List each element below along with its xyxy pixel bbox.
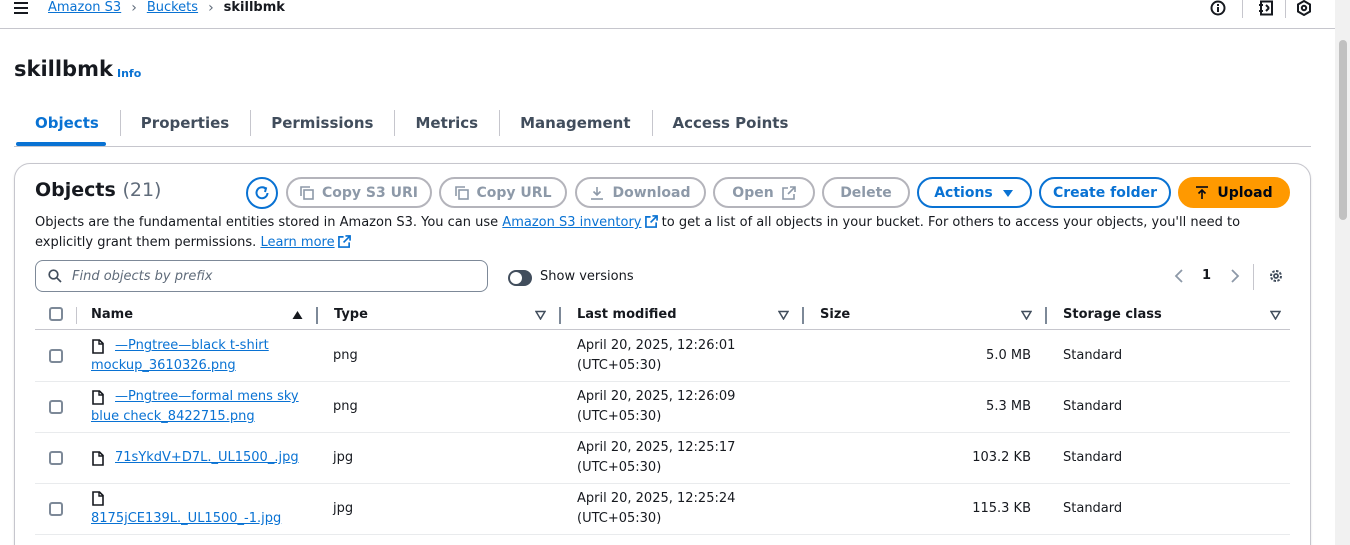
show-versions-label: Show versions: [540, 269, 634, 284]
delete-button[interactable]: Delete: [822, 177, 910, 208]
object-last-modified: April 20, 2025, 12:25:24 (UTC+05:30): [577, 491, 736, 526]
objects-description: Objects are the fundamental entities sto…: [35, 215, 1241, 250]
object-name-link[interactable]: —Pngtree—black t-shirt mockup_3610326.pn…: [91, 336, 269, 376]
copy-icon: [454, 185, 469, 200]
actions-dropdown-button[interactable]: Actions: [917, 177, 1032, 208]
upload-icon: [1196, 185, 1209, 199]
page-scrollbar[interactable]: [1335, 0, 1350, 545]
create-folder-button[interactable]: Create folder: [1039, 177, 1171, 208]
objects-count: (21): [122, 179, 162, 201]
caret-down-icon: [1002, 189, 1013, 197]
tab-objects[interactable]: Objects: [14, 108, 120, 146]
hexagon-settings-icon[interactable]: [1296, 0, 1312, 16]
notifications-panel-icon[interactable]: [1258, 0, 1274, 16]
object-last-modified: April 20, 2025, 12:25:17 (UTC+05:30): [577, 440, 736, 475]
breadcrumb-amazon-s3[interactable]: Amazon S3: [48, 0, 121, 16]
object-type: png: [333, 399, 358, 414]
table-row[interactable]: 8175jCE139L._UL1500_-1.jpg jpg April 20,…: [35, 484, 1290, 535]
objects-heading: Objects (21): [35, 179, 161, 201]
tab-access-points[interactable]: Access Points: [651, 108, 810, 138]
sort-ascending-icon[interactable]: [292, 310, 303, 320]
chevron-right-icon[interactable]: [1229, 268, 1241, 284]
column-header-name[interactable]: Name: [91, 307, 133, 322]
external-link-icon: [337, 235, 351, 248]
breadcrumb: Amazon S3 › Buckets › skillbmk: [48, 0, 285, 16]
chevron-right-icon: ›: [131, 0, 137, 16]
object-type: png: [333, 348, 358, 363]
table-row[interactable]: —Pngtree—black t-shirt mockup_3610326.pn…: [35, 331, 1290, 382]
row-checkbox[interactable]: [49, 451, 63, 465]
s3-inventory-link[interactable]: Amazon S3 inventory: [502, 215, 641, 230]
row-checkbox[interactable]: [49, 349, 63, 363]
scroll-thumb[interactable]: [1339, 40, 1347, 220]
sort-icon[interactable]: [1270, 310, 1281, 320]
show-versions-toggle[interactable]: [508, 270, 532, 286]
tab-properties[interactable]: Properties: [119, 108, 250, 138]
chevron-left-icon[interactable]: [1173, 268, 1185, 284]
table-row[interactable]: 71sYkdV+D7L._UL1500_.jpg jpg April 20, 2…: [35, 433, 1290, 484]
tab-bar: Objects Properties Permissions Metrics M…: [14, 108, 1311, 147]
sort-icon[interactable]: [778, 310, 789, 320]
upload-button[interactable]: Upload: [1178, 177, 1290, 208]
external-link-icon: [781, 185, 796, 200]
column-header-type[interactable]: Type: [334, 307, 368, 322]
search-icon: [48, 269, 62, 283]
object-type: jpg: [333, 501, 354, 516]
tab-management[interactable]: Management: [499, 108, 651, 138]
tab-metrics[interactable]: Metrics: [394, 108, 499, 138]
object-storage-class: Standard: [1063, 450, 1123, 465]
external-link-icon: [644, 215, 658, 228]
object-size: 103.2 KB: [972, 450, 1031, 465]
info-link[interactable]: Info: [117, 67, 141, 80]
breadcrumb-buckets[interactable]: Buckets: [147, 0, 198, 16]
top-bar: Amazon S3 › Buckets › skillbmk: [0, 0, 1335, 29]
column-header-size[interactable]: Size: [820, 307, 850, 322]
copy-url-button[interactable]: Copy URL: [439, 177, 567, 208]
copy-s3-uri-button[interactable]: Copy S3 URI: [286, 177, 432, 208]
open-button[interactable]: Open: [713, 177, 815, 208]
object-name-link[interactable]: 71sYkdV+D7L._UL1500_.jpg: [91, 448, 299, 468]
select-all-checkbox[interactable]: [49, 307, 63, 321]
table-row[interactable]: —Pngtree—formal mens sky blue check_8422…: [35, 382, 1290, 433]
page-number[interactable]: 1: [1202, 268, 1211, 283]
sort-icon[interactable]: [535, 310, 546, 320]
copy-icon: [300, 185, 314, 200]
info-circle-icon[interactable]: [1210, 0, 1226, 16]
object-last-modified: April 20, 2025, 12:26:01 (UTC+05:30): [577, 338, 736, 373]
refresh-icon: [255, 186, 269, 200]
file-icon: [92, 491, 104, 506]
chevron-right-icon: ›: [208, 0, 214, 16]
gear-icon[interactable]: [1268, 268, 1284, 284]
search-input[interactable]: [72, 265, 472, 287]
object-size: 5.0 MB: [986, 348, 1031, 363]
refresh-button[interactable]: [246, 177, 278, 209]
objects-title: Objects: [35, 179, 116, 201]
object-size: 115.3 KB: [972, 501, 1031, 516]
object-storage-class: Standard: [1063, 501, 1123, 516]
breadcrumb-current: skillbmk: [223, 0, 285, 15]
object-size: 5.3 MB: [986, 399, 1031, 414]
page-title: skillbmk: [14, 57, 113, 81]
search-field[interactable]: [35, 260, 488, 292]
object-name-link[interactable]: —Pngtree—formal mens sky blue check_8422…: [91, 387, 299, 427]
table-header: Name Type Last modified Size Storage cla…: [35, 300, 1290, 330]
row-checkbox[interactable]: [49, 400, 63, 414]
object-last-modified: April 20, 2025, 12:26:09 (UTC+05:30): [577, 389, 736, 424]
object-type: jpg: [333, 450, 354, 465]
download-icon: [591, 186, 604, 200]
row-checkbox[interactable]: [49, 502, 63, 516]
object-storage-class: Standard: [1063, 348, 1123, 363]
tab-permissions[interactable]: Permissions: [250, 108, 394, 138]
menu-icon[interactable]: [14, 2, 28, 14]
learn-more-link[interactable]: Learn more: [260, 235, 334, 250]
column-header-last-modified[interactable]: Last modified: [577, 307, 677, 322]
object-name-link[interactable]: 8175jCE139L._UL1500_-1.jpg: [91, 509, 281, 529]
download-button[interactable]: Download: [575, 177, 706, 208]
column-header-storage-class[interactable]: Storage class: [1063, 307, 1162, 322]
object-storage-class: Standard: [1063, 399, 1123, 414]
sort-icon[interactable]: [1021, 310, 1032, 320]
